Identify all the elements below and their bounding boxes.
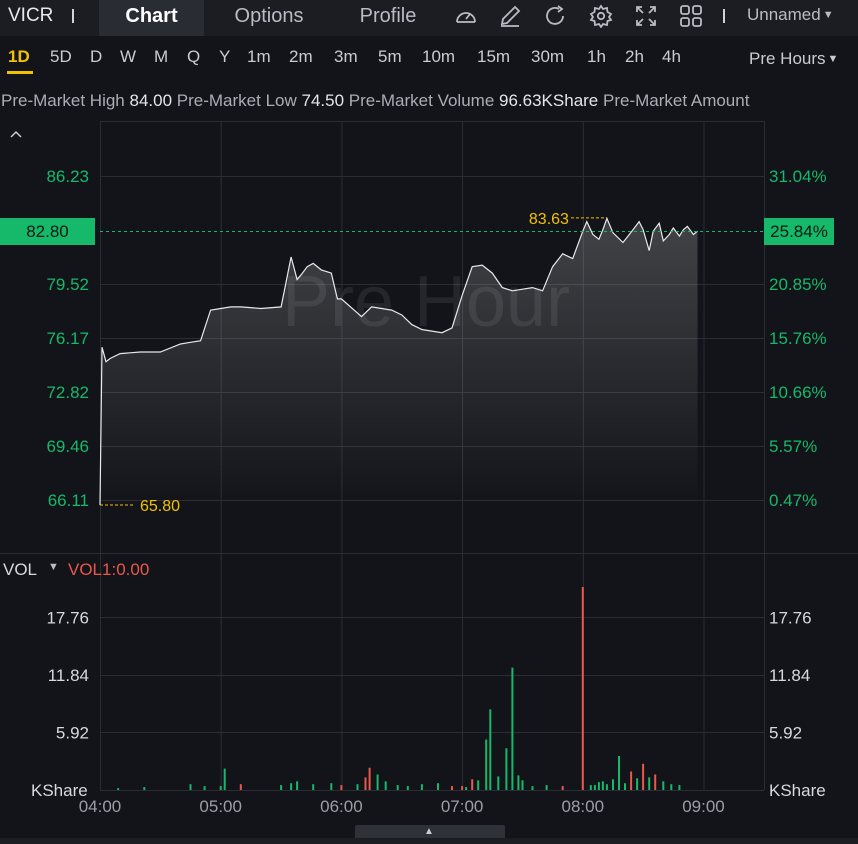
volume-bar xyxy=(593,785,596,790)
volume-bar xyxy=(497,776,500,790)
volume-bar xyxy=(471,779,474,790)
volume-axis-label: 17.76 xyxy=(46,608,89,627)
percent-axis-label: 10.66% xyxy=(769,383,827,402)
volume-bar xyxy=(223,768,226,790)
volume-bar xyxy=(489,709,492,790)
time-axis-label: 09:00 xyxy=(682,797,725,816)
volume-bar xyxy=(376,774,379,790)
price-axis-label: 86.23 xyxy=(46,167,89,186)
volume-axis-label: 17.76 xyxy=(769,608,812,627)
volume-indicator-value: VOL1:0.00 xyxy=(68,560,150,579)
volume-bar xyxy=(461,786,464,790)
volume-bar xyxy=(531,786,534,790)
volume-bar xyxy=(312,784,315,790)
volume-bar xyxy=(581,587,584,790)
time-axis-label: 06:00 xyxy=(320,797,363,816)
volume-bar xyxy=(384,781,387,790)
volume-bar xyxy=(545,785,548,790)
current-price-tag: 82.80 xyxy=(0,218,95,245)
volume-bar xyxy=(505,748,508,790)
volume-bar xyxy=(601,781,604,790)
volume-bar xyxy=(648,777,651,790)
price-volume-chart[interactable]: Pre Hour 86.2379.5276.1772.8269.4666.11 … xyxy=(0,0,858,844)
percent-axis-label: 20.85% xyxy=(769,275,827,294)
volume-axis-label: 11.84 xyxy=(48,666,89,685)
volume-bar xyxy=(612,779,614,790)
volume-bar xyxy=(280,785,283,790)
current-change-tag: 25.84% xyxy=(764,218,834,245)
price-axis-label: 72.82 xyxy=(46,383,89,402)
price-axis-label: 66.11 xyxy=(48,491,89,510)
chevron-up-icon: ▲ xyxy=(424,826,434,837)
volume-axis-label: 5.92 xyxy=(769,723,802,742)
volume-bar xyxy=(654,774,657,790)
high-marker-label: 83.63 xyxy=(529,211,569,228)
time-axis-label: 07:00 xyxy=(441,797,484,816)
percent-axis-label: 15.76% xyxy=(769,329,827,348)
percent-axis-label: 0.47% xyxy=(769,491,817,510)
volume-axis-label: 11.84 xyxy=(769,666,810,685)
volume-bar xyxy=(561,786,564,790)
volume-bar xyxy=(517,775,520,790)
volume-bar xyxy=(636,778,639,790)
volume-bar xyxy=(356,784,359,790)
volume-bar xyxy=(451,786,453,790)
volume-bar xyxy=(396,785,399,790)
volume-bar xyxy=(189,784,192,790)
volume-bar xyxy=(618,756,620,790)
price-axis-label: 79.52 xyxy=(46,275,89,294)
volume-bar xyxy=(662,781,665,790)
volume-bar xyxy=(290,783,293,790)
volume-bar xyxy=(117,788,120,790)
volume-bar xyxy=(521,780,524,790)
volume-bar xyxy=(670,784,673,790)
timeline-scroll-handle[interactable]: ▲ xyxy=(355,825,505,839)
chevron-down-icon[interactable]: ▼ xyxy=(48,561,59,573)
volume-bar xyxy=(437,783,439,790)
volume-bar xyxy=(143,787,146,790)
volume-indicator-title[interactable]: VOL xyxy=(3,560,37,580)
percent-axis-label: 31.04% xyxy=(769,167,827,186)
price-axis-label: 76.17 xyxy=(46,329,89,348)
volume-bar xyxy=(420,784,423,790)
volume-bar xyxy=(477,780,480,790)
volume-bar xyxy=(330,783,333,790)
volume-bar xyxy=(465,787,468,790)
volume-bar xyxy=(406,786,409,790)
volume-bar xyxy=(368,767,371,790)
volume-bar xyxy=(678,785,681,790)
volume-bar xyxy=(642,763,645,790)
volume-bar xyxy=(296,781,299,790)
time-axis-label: 08:00 xyxy=(562,797,605,816)
volume-bar xyxy=(340,785,343,790)
time-axis-label: 05:00 xyxy=(199,797,242,816)
low-marker-label: 65.80 xyxy=(140,498,180,515)
volume-unit-left: KShare xyxy=(31,781,88,800)
price-axis-label: 69.46 xyxy=(46,437,89,456)
volume-bar xyxy=(203,786,206,790)
volume-bar xyxy=(624,783,626,790)
volume-bar xyxy=(239,784,242,790)
volume-bar xyxy=(605,784,608,790)
volume-axis-label: 5.92 xyxy=(56,723,89,742)
volume-bar xyxy=(597,782,600,790)
volume-unit-right: KShare xyxy=(769,781,826,800)
volume-bar xyxy=(511,667,514,790)
volume-bar xyxy=(364,777,367,790)
volume-bar xyxy=(630,771,633,790)
volume-bar xyxy=(485,739,488,790)
bottom-border xyxy=(0,838,858,844)
volume-bar xyxy=(219,786,222,790)
volume-bar xyxy=(589,785,592,790)
percent-axis-label: 5.57% xyxy=(769,437,817,456)
